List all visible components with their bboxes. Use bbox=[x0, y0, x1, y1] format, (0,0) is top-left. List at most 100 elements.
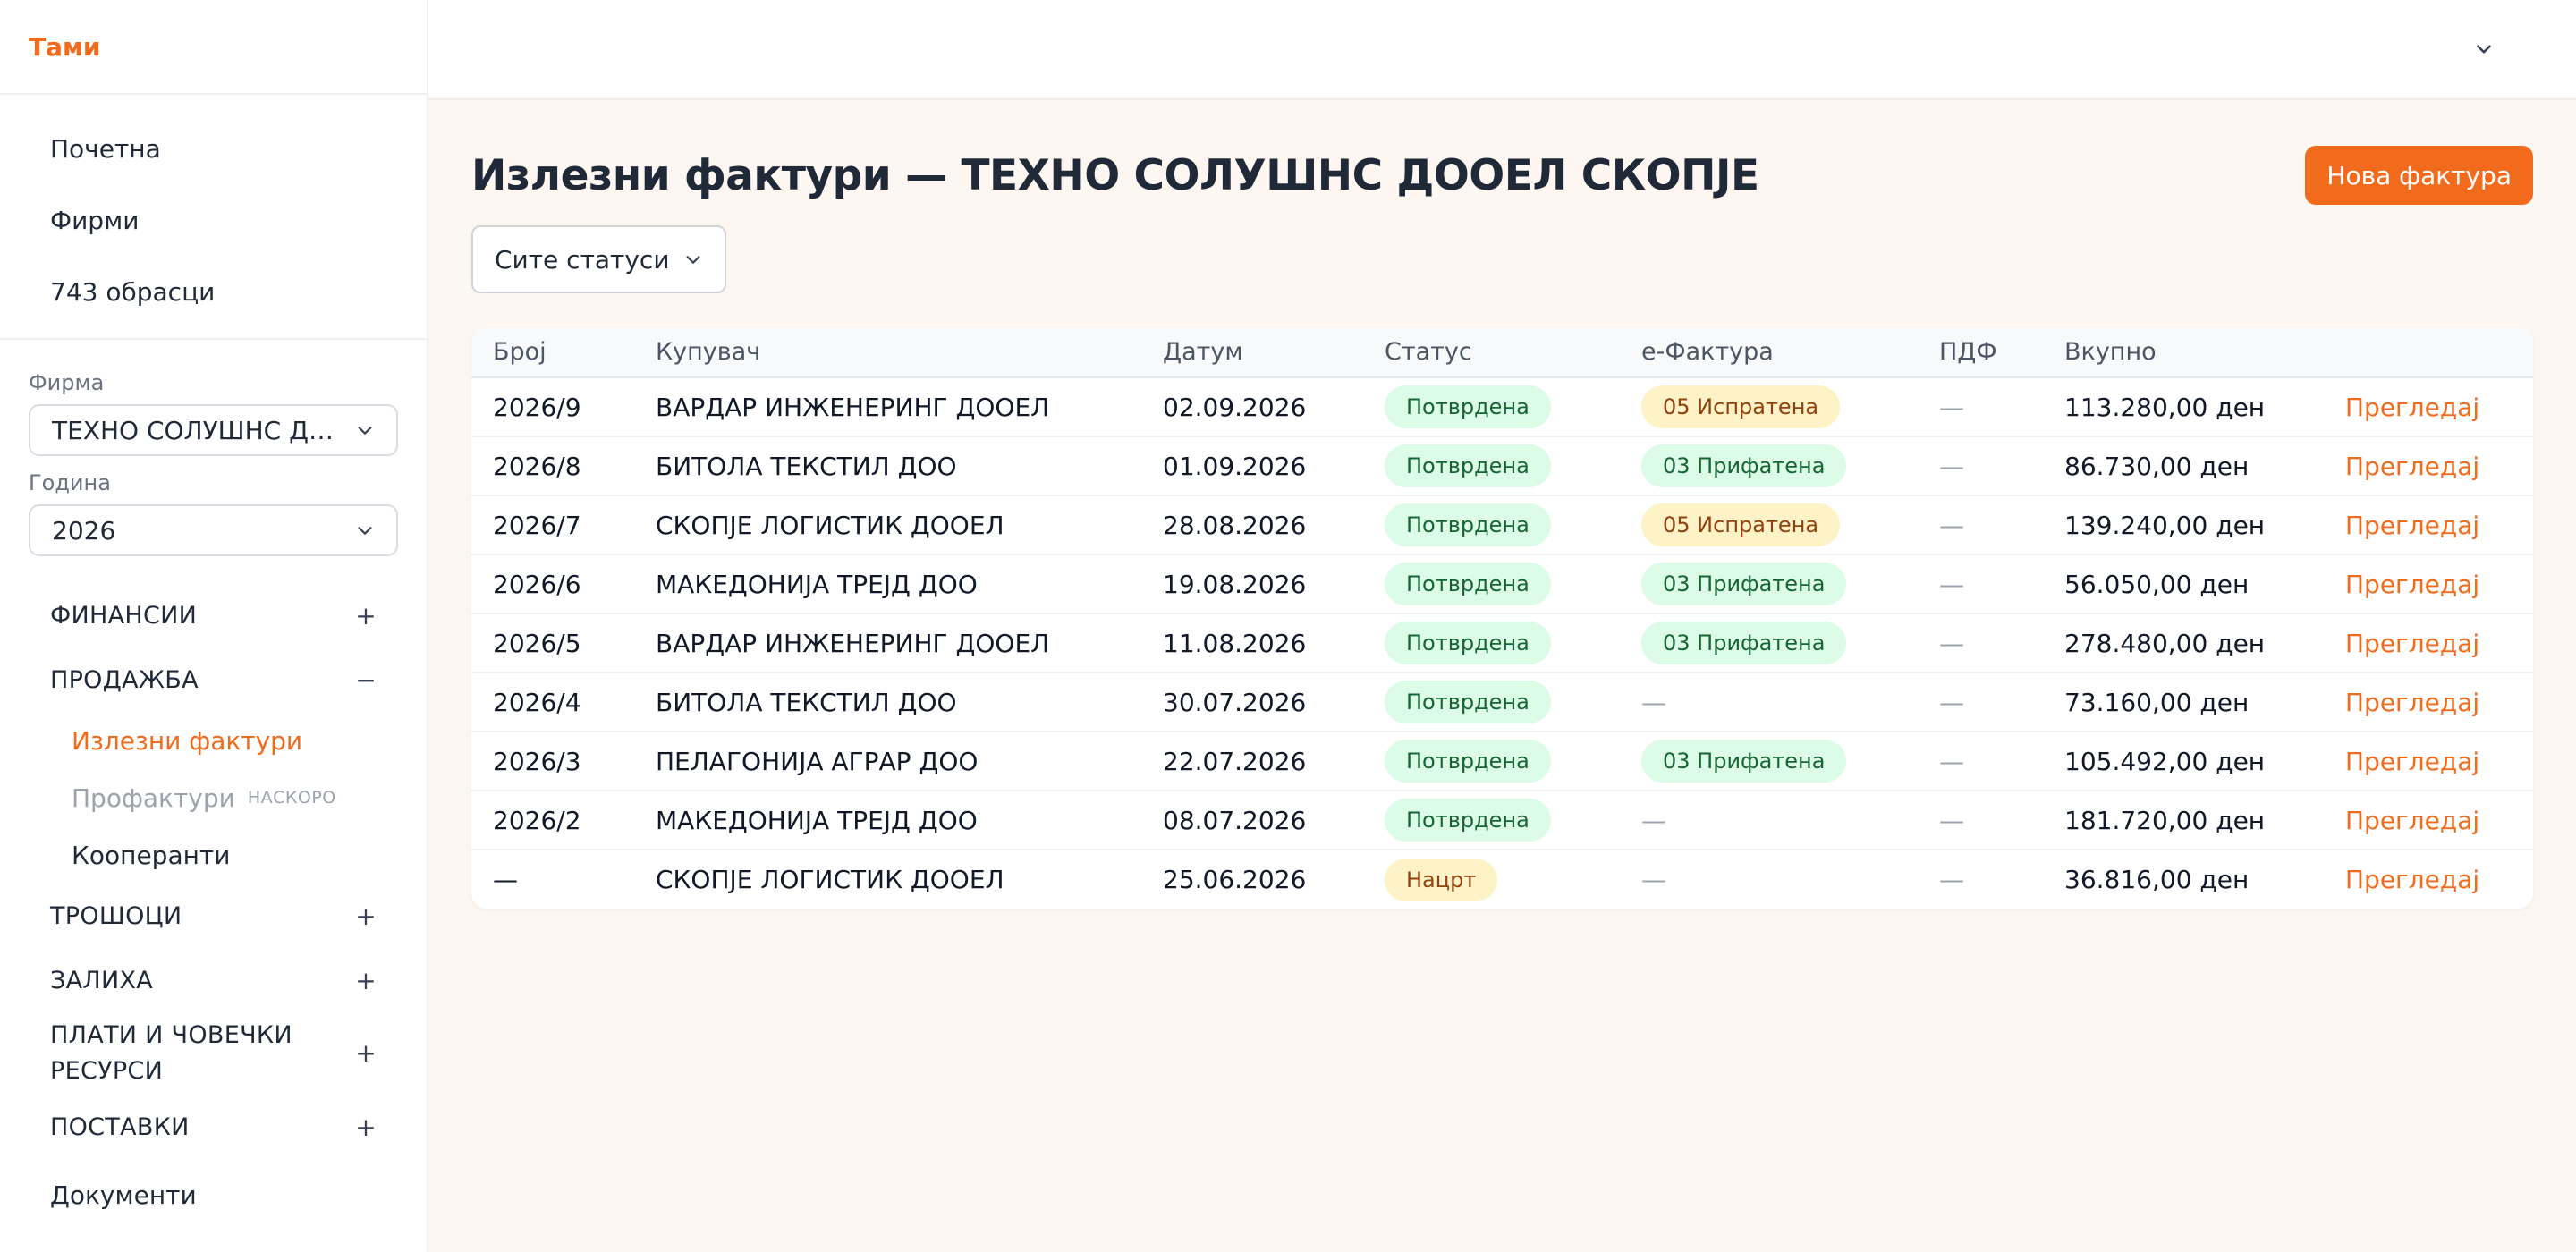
view-link-cell-value[interactable]: Прегледај bbox=[2345, 688, 2479, 717]
view-link-cell-value[interactable]: Прегледај bbox=[2345, 452, 2479, 481]
table-row[interactable]: 2026/5 ВАРДАР ИНЖЕНЕРИНГ ДООЕЛ 11.08.2026 П… bbox=[471, 613, 2533, 673]
chevron-down-icon bbox=[686, 256, 700, 264]
invoice-date: 11.08.2026 bbox=[1141, 613, 1363, 673]
sidebar-item-outgoing-invoices[interactable]: Излезни фактури bbox=[0, 712, 427, 769]
chevron-down-icon[interactable] bbox=[2472, 38, 2496, 61]
pdf-cell: — bbox=[1918, 554, 2043, 613]
brand-logo[interactable]: Тами bbox=[0, 0, 427, 95]
page-header: Излезни фактури — ТЕХНО СОЛУШНС ДООЕЛ СК… bbox=[471, 145, 2533, 206]
section-inventory[interactable]: ЗАЛИХА + bbox=[0, 948, 427, 1012]
invoices-table: Број Купувач Датум Статус е-Фактура ПДФ … bbox=[471, 327, 2533, 909]
invoice-date-value: 30.07.2026 bbox=[1163, 687, 1307, 717]
pdf-cell: — bbox=[1918, 613, 2043, 673]
table-row[interactable]: 2026/7 СКОПЈЕ ЛОГИСТИК ДООЕЛ 28.08.2026 Пот… bbox=[471, 495, 2533, 554]
nav-companies[interactable]: Фирми bbox=[0, 184, 427, 256]
column-header[interactable]: е-Фактура bbox=[1620, 327, 1918, 378]
status-badge: Потврдена bbox=[1363, 732, 1620, 791]
pdf-cell-value: — bbox=[1939, 805, 1964, 835]
status-badge-value: Потврдена bbox=[1385, 444, 1551, 487]
view-link-cell: Прегледај bbox=[2324, 436, 2533, 495]
column-header[interactable]: Број bbox=[471, 327, 634, 378]
invoice-total-value: 36.816,00 ден bbox=[2064, 865, 2250, 894]
column-header[interactable]: Вкупно bbox=[2043, 327, 2324, 378]
invoice-number: 2026/5 bbox=[471, 613, 634, 673]
column-header[interactable]: ПДФ bbox=[1918, 327, 2043, 378]
company-select[interactable]: ТЕХНО СОЛУШНС ДООЕЛ СКОПЈЕ bbox=[29, 404, 398, 456]
minus-icon: − bbox=[355, 664, 377, 695]
buyer-name-value: МАКЕДОНИЈА ТРЕЈД ДОО bbox=[656, 569, 978, 599]
efaktura-badge: 05 Испратена bbox=[1620, 495, 1918, 554]
table-row[interactable]: 2026/8 БИТОЛА ТЕКСТИЛ ДОО 01.09.2026 Потврд… bbox=[471, 436, 2533, 495]
section-supplies[interactable]: ПОСТАВКИ + bbox=[0, 1095, 427, 1159]
section-sales-label: ПРОДАЖБА bbox=[50, 665, 199, 694]
table-row[interactable]: — СКОПЈЕ ЛОГИСТИК ДООЕЛ 25.06.2026 Нацрт — — 3… bbox=[471, 850, 2533, 909]
invoice-date-value: 08.07.2026 bbox=[1163, 805, 1307, 835]
invoice-number-value: 2026/4 bbox=[493, 687, 581, 717]
efaktura-badge-value: — bbox=[1641, 805, 1666, 835]
efaktura-badge: 05 Испратена bbox=[1620, 377, 1918, 436]
table-row[interactable]: 2026/2 МАКЕДОНИЈА ТРЕЈД ДОО 08.07.2026 Потв… bbox=[471, 791, 2533, 850]
invoice-date-value: 02.09.2026 bbox=[1163, 392, 1307, 422]
invoice-number: 2026/4 bbox=[471, 673, 634, 732]
pdf-cell: — bbox=[1918, 495, 2043, 554]
view-link-cell-value[interactable]: Прегледај bbox=[2345, 570, 2479, 599]
invoice-total: 181.720,00 ден bbox=[2043, 791, 2324, 850]
invoice-date: 25.06.2026 bbox=[1141, 850, 1363, 909]
buyer-name: БИТОЛА ТЕКСТИЛ ДОО bbox=[634, 436, 1141, 495]
sidebar: Тами Почетна Фирми 743 обрасци Фирма ТЕХ… bbox=[0, 0, 428, 1252]
sidebar-item-partners[interactable]: Кооперанти bbox=[0, 826, 427, 884]
view-link-cell: Прегледај bbox=[2324, 732, 2533, 791]
status-filter-select[interactable]: Сите статуси bbox=[471, 225, 726, 293]
nav-forms[interactable]: 743 обрасци bbox=[0, 256, 427, 327]
sidebar-item-proforma[interactable]: Профактури НАСКОРО bbox=[0, 769, 427, 826]
view-link-cell-value[interactable]: Прегледај bbox=[2345, 865, 2479, 894]
column-header[interactable]: Датум bbox=[1141, 327, 1363, 378]
efaktura-badge-value: — bbox=[1641, 865, 1666, 894]
invoice-number-value: 2026/5 bbox=[493, 628, 581, 658]
efaktura-badge: 03 Прифатена bbox=[1620, 732, 1918, 791]
column-header[interactable]: Статус bbox=[1363, 327, 1620, 378]
view-link-cell-value[interactable]: Прегледај bbox=[2345, 393, 2479, 422]
section-payroll[interactable]: ПЛАТИ И ЧОВЕЧКИ РЕСУРСИ + bbox=[0, 1012, 427, 1095]
efaktura-badge-value: — bbox=[1641, 687, 1666, 717]
nav-documents[interactable]: Документи bbox=[0, 1159, 427, 1231]
status-badge: Потврдена bbox=[1363, 436, 1620, 495]
invoice-date: 01.09.2026 bbox=[1141, 436, 1363, 495]
sidebar-item-proforma-label: Профактури bbox=[72, 782, 235, 813]
view-link-cell-value[interactable]: Прегледај bbox=[2345, 629, 2479, 658]
section-finance[interactable]: ФИНАНСИИ + bbox=[0, 583, 427, 647]
view-link-cell-value[interactable]: Прегледај bbox=[2345, 511, 2479, 540]
new-invoice-button[interactable]: Нова фактура bbox=[2305, 146, 2533, 205]
section-inventory-label: ЗАЛИХА bbox=[50, 966, 154, 994]
section-expenses[interactable]: ТРОШОЦИ + bbox=[0, 884, 427, 948]
pdf-cell: — bbox=[1918, 377, 2043, 436]
table-row[interactable]: 2026/4 БИТОЛА ТЕКСТИЛ ДОО 30.07.2026 Потврд… bbox=[471, 673, 2533, 732]
status-filter-value: Сите статуси bbox=[495, 244, 670, 275]
invoice-date-value: 28.08.2026 bbox=[1163, 510, 1307, 540]
pdf-cell-value: — bbox=[1939, 746, 1964, 776]
status-badge-value: Потврдена bbox=[1385, 563, 1551, 605]
company-select-value: ТЕХНО СОЛУШНС ДООЕЛ СКОПЈЕ bbox=[52, 415, 338, 445]
efaktura-badge-value: 03 Прифатена bbox=[1641, 563, 1847, 605]
section-sales[interactable]: ПРОДАЖБА − bbox=[0, 647, 427, 712]
year-select[interactable]: 2026 bbox=[29, 504, 398, 556]
section-finance-label: ФИНАНСИИ bbox=[50, 601, 198, 630]
view-link-cell-value[interactable]: Прегледај bbox=[2345, 747, 2479, 776]
column-header[interactable]: Купувач bbox=[634, 327, 1141, 378]
chevron-down-icon bbox=[358, 527, 372, 535]
table-row[interactable]: 2026/3 ПЕЛАГОНИЈА АГРАР ДОО 22.07.2026 Потв… bbox=[471, 732, 2533, 791]
table-body: 2026/9 ВАРДАР ИНЖЕНЕРИНГ ДООЕЛ 02.09.2026 П… bbox=[471, 377, 2533, 909]
invoice-total-value: 73.160,00 ден bbox=[2064, 687, 2250, 717]
efaktura-badge-value: 03 Прифатена bbox=[1641, 740, 1847, 782]
invoice-date: 28.08.2026 bbox=[1141, 495, 1363, 554]
status-badge: Потврдена bbox=[1363, 377, 1620, 436]
nav-home[interactable]: Почетна bbox=[0, 113, 427, 184]
view-link-cell: Прегледај bbox=[2324, 554, 2533, 613]
table-row[interactable]: 2026/6 МАКЕДОНИЈА ТРЕЈД ДОО 19.08.2026 Потв… bbox=[471, 554, 2533, 613]
buyer-name: СКОПЈЕ ЛОГИСТИК ДООЕЛ bbox=[634, 850, 1141, 909]
efaktura-badge: 03 Прифатена bbox=[1620, 613, 1918, 673]
table-row[interactable]: 2026/9 ВАРДАР ИНЖЕНЕРИНГ ДООЕЛ 02.09.2026 П… bbox=[471, 377, 2533, 436]
status-badge-value: Потврдена bbox=[1385, 622, 1551, 664]
invoice-total: 278.480,00 ден bbox=[2043, 613, 2324, 673]
view-link-cell-value[interactable]: Прегледај bbox=[2345, 806, 2479, 835]
